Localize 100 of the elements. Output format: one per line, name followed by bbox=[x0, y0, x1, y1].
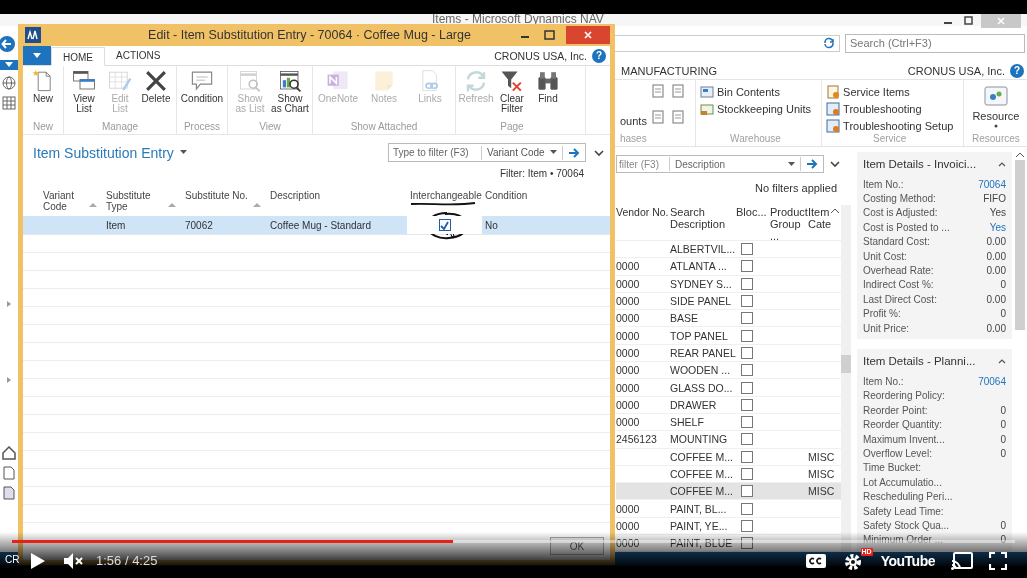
ribbon-button[interactable]: Find bbox=[531, 68, 565, 121]
table-row[interactable]: COFFEE M... MISC bbox=[616, 483, 841, 501]
checkbox[interactable] bbox=[741, 416, 753, 429]
table-cell-text: 0000 bbox=[616, 364, 641, 377]
ribbon-button[interactable]: Show as Chart bbox=[271, 68, 309, 121]
caret-icon bbox=[5, 62, 13, 68]
column-header[interactable]: Product Group ... bbox=[770, 206, 808, 242]
app-menu-button[interactable] bbox=[23, 46, 51, 65]
home-icon[interactable] bbox=[2, 446, 16, 460]
column-header[interactable]: Description bbox=[270, 190, 321, 201]
table-cell-text: 0000 bbox=[616, 519, 641, 532]
checkbox[interactable] bbox=[438, 219, 451, 231]
checkbox[interactable] bbox=[741, 398, 753, 411]
table-cell-text: 0000 bbox=[616, 381, 641, 394]
checkbox[interactable] bbox=[741, 346, 753, 359]
table-cell-text: SHELF bbox=[669, 416, 705, 429]
ribbon-button[interactable]: New bbox=[26, 68, 60, 121]
expand-arrow-icon[interactable] bbox=[5, 300, 13, 308]
close-button[interactable] bbox=[566, 26, 610, 44]
play-icon[interactable] bbox=[30, 551, 46, 570]
collapse-icon[interactable] bbox=[998, 161, 1006, 167]
ribbon-button[interactable]: Troubleshooting bbox=[826, 101, 954, 116]
table-cell-text: 2456123 bbox=[616, 433, 658, 446]
field-link[interactable]: 70064 bbox=[978, 376, 1006, 387]
column-header[interactable]: Item Cate bbox=[808, 206, 834, 230]
checkbox[interactable] bbox=[741, 537, 753, 550]
ribbon-tab[interactable]: HOME bbox=[51, 46, 105, 66]
column-header[interactable]: Substitute Type bbox=[106, 190, 158, 212]
checkbox[interactable] bbox=[741, 519, 753, 532]
field-label: Overflow Level: bbox=[863, 447, 932, 459]
checkbox[interactable] bbox=[741, 433, 753, 446]
column-header[interactable]: Substitute No. bbox=[185, 190, 248, 201]
cast-icon[interactable] bbox=[951, 551, 973, 570]
ribbon-button[interactable]: Bin Contents bbox=[699, 84, 812, 99]
fullscreen-icon[interactable] bbox=[989, 551, 1007, 570]
checkbox[interactable] bbox=[741, 329, 753, 342]
company-name: CRONUS USA, Inc. bbox=[494, 49, 587, 62]
expand-arrow-icon[interactable] bbox=[5, 376, 13, 384]
caret-icon[interactable] bbox=[179, 150, 187, 155]
checkbox[interactable] bbox=[741, 381, 753, 394]
scroll-up-icon[interactable] bbox=[1016, 152, 1024, 158]
checkbox[interactable] bbox=[741, 295, 753, 308]
document-icon[interactable] bbox=[3, 466, 15, 480]
column-header[interactable]: Search Description bbox=[668, 206, 736, 230]
column-header[interactable]: Condition bbox=[485, 190, 528, 201]
table-cell-text: 0000 bbox=[616, 346, 641, 359]
logo[interactable]: YouTube bbox=[880, 552, 935, 569]
ribbon-button[interactable]: Clear Filter bbox=[495, 68, 529, 121]
sort-arrow-icon[interactable] bbox=[253, 202, 261, 208]
ribbon-button[interactable]: Condition bbox=[180, 68, 224, 121]
filter-box[interactable]: Type to filter (F3) Variant Code bbox=[388, 143, 586, 162]
checkbox[interactable] bbox=[741, 450, 753, 463]
help-button[interactable]: ? bbox=[592, 48, 606, 63]
search-field[interactable]: Search (Ctrl+F3) bbox=[845, 33, 1025, 53]
checkbox[interactable] bbox=[741, 312, 753, 325]
ribbon-button[interactable]: Delete bbox=[139, 68, 173, 121]
sort-arrow-icon[interactable] bbox=[89, 202, 97, 208]
globe-icon[interactable] bbox=[2, 76, 16, 90]
column-header[interactable]: Variant Code bbox=[43, 190, 75, 212]
ok-button[interactable]: OK bbox=[550, 537, 604, 555]
field-link[interactable]: Yes bbox=[989, 221, 1006, 233]
help-button[interactable]: ? bbox=[1010, 64, 1024, 78]
ribbon-button[interactable]: Resource bbox=[968, 84, 1024, 133]
ribbon-button[interactable]: Stockkeeping Units bbox=[699, 101, 812, 116]
scrollbar-thumb[interactable] bbox=[1015, 160, 1025, 330]
refresh-icon[interactable] bbox=[823, 37, 835, 49]
ribbon-tab[interactable]: MANUFACTURING bbox=[621, 65, 717, 77]
checkbox[interactable] bbox=[741, 468, 753, 480]
table-icon[interactable] bbox=[2, 96, 16, 110]
document-icon[interactable] bbox=[3, 486, 15, 500]
checkbox[interactable] bbox=[741, 260, 753, 273]
column-header[interactable]: Vendor No. bbox=[616, 206, 668, 218]
checkbox[interactable] bbox=[741, 277, 753, 290]
sort-arrow-icon[interactable] bbox=[168, 202, 176, 208]
ribbon-tab[interactable]: ACTIONS bbox=[105, 46, 172, 65]
back-arrow-icon[interactable] bbox=[0, 35, 16, 53]
checkbox[interactable] bbox=[741, 364, 753, 377]
table-cell-text: ATLANTA ... bbox=[669, 260, 728, 273]
chevron-down-icon[interactable] bbox=[830, 160, 840, 168]
ribbon-button[interactable]: Troubleshooting Setup bbox=[826, 118, 954, 133]
restore-icon[interactable] bbox=[961, 16, 975, 26]
ribbon-button[interactable]: ounts bbox=[620, 115, 647, 127]
column-header[interactable]: Interchangeable bbox=[410, 190, 482, 201]
menu-bar[interactable] bbox=[0, 60, 18, 70]
field-link[interactable]: 70064 bbox=[978, 178, 1006, 190]
scroll-up-icon[interactable] bbox=[831, 208, 839, 214]
chevron-down-icon[interactable] bbox=[594, 148, 604, 157]
field-dropdown[interactable]: Variant Code bbox=[481, 145, 563, 160]
filter-box[interactable]: filter (F3) Description bbox=[616, 155, 824, 173]
scrollbar[interactable] bbox=[841, 205, 851, 552]
field-dropdown[interactable]: Description bbox=[669, 157, 801, 171]
checkbox[interactable] bbox=[741, 243, 753, 256]
column-header[interactable]: Bloc... bbox=[736, 206, 770, 218]
ribbon-button[interactable]: Service Items bbox=[826, 84, 954, 99]
ribbon-button[interactable]: View List bbox=[67, 68, 101, 121]
checkbox[interactable] bbox=[741, 485, 753, 498]
checkbox[interactable] bbox=[741, 502, 753, 515]
maximize-icon[interactable] bbox=[542, 30, 556, 40]
scrollbar-thumb[interactable] bbox=[841, 355, 851, 373]
collapse-icon[interactable] bbox=[998, 358, 1006, 365]
